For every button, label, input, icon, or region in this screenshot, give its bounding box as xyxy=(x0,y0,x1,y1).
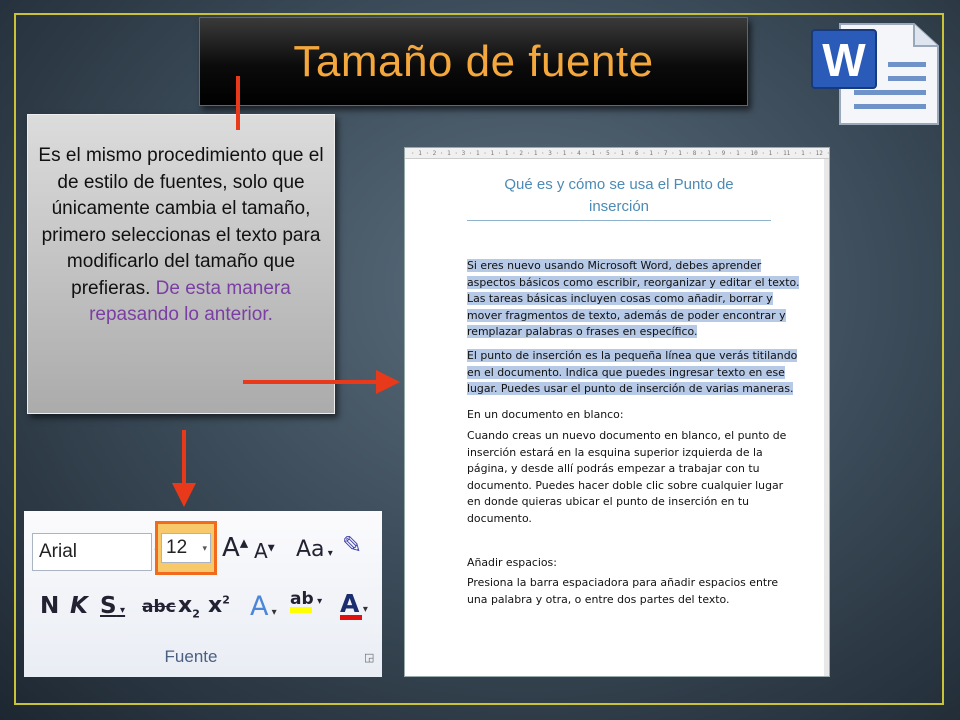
font-size-combobox[interactable]: 12 ▾ xyxy=(161,533,211,563)
underline-icon: S xyxy=(100,593,117,619)
font-color-button[interactable]: A ▾ xyxy=(340,589,368,620)
clear-format-icon: ✎ xyxy=(342,531,363,559)
paragraph[interactable]: Cuando creas un nuevo documento en blanc… xyxy=(467,428,786,527)
paragraph[interactable]: Presiona la barra espaciadora para añadi… xyxy=(467,575,778,608)
horizontal-ruler[interactable]: · 1 · 2 · 1 · 3 · 1 · 1 · 1 · 2 · 1 · 3 … xyxy=(405,148,829,159)
vertical-scrollbar[interactable] xyxy=(824,159,829,676)
text-effects-button[interactable]: A ▾ xyxy=(250,591,277,622)
strikethrough-button[interactable]: abc xyxy=(142,597,176,617)
heading-rule xyxy=(467,220,771,221)
italic-button[interactable]: K xyxy=(70,593,88,619)
change-case-button[interactable]: Aa ▾ xyxy=(296,537,333,562)
grow-font-button[interactable]: A▲ xyxy=(222,533,248,563)
text-effects-icon: A xyxy=(250,591,269,622)
grow-font-icon: A xyxy=(222,533,240,563)
paragraph[interactable]: En un documento en blanco: xyxy=(467,407,623,424)
shrink-font-icon: A xyxy=(254,539,268,563)
ribbon-group-label: Fuente xyxy=(164,647,218,666)
bold-button[interactable]: N xyxy=(40,593,59,619)
font-size-value: 12 xyxy=(166,537,188,558)
change-case-icon: Aa xyxy=(296,537,325,562)
selected-paragraph[interactable]: El punto de inserción es la pequeña líne… xyxy=(467,348,798,398)
highlighter-icon: ab xyxy=(290,589,314,609)
superscript-button[interactable]: x2 xyxy=(208,593,230,618)
document-preview: · 1 · 2 · 1 · 3 · 1 · 1 · 1 · 2 · 1 · 3 … xyxy=(404,147,830,677)
underline-button[interactable]: S ▾ xyxy=(100,593,125,619)
paragraph[interactable]: Añadir espacios: xyxy=(467,555,557,572)
clear-format-button[interactable]: ✎ xyxy=(342,531,362,559)
subscript-button[interactable]: x2 xyxy=(178,593,200,620)
font-ribbon-group: Arial ▾ 12 ▾ A▲ A▼ Aa ▾ ✎ N K S ▾ abc x2… xyxy=(24,511,382,677)
selected-paragraph[interactable]: Si eres nuevo usando Microsoft Word, deb… xyxy=(467,258,800,341)
dialog-launcher-icon[interactable]: ◲ xyxy=(364,651,374,664)
font-color-icon: A xyxy=(340,589,360,618)
document-heading: Qué es y cómo se usa el Punto de inserci… xyxy=(504,176,734,215)
chevron-down-icon[interactable]: ▾ xyxy=(202,543,207,554)
highlight-color-button[interactable]: ab ▾ xyxy=(290,589,322,613)
shrink-font-button[interactable]: A▼ xyxy=(254,539,275,563)
font-name-combobox[interactable]: Arial xyxy=(32,533,152,571)
